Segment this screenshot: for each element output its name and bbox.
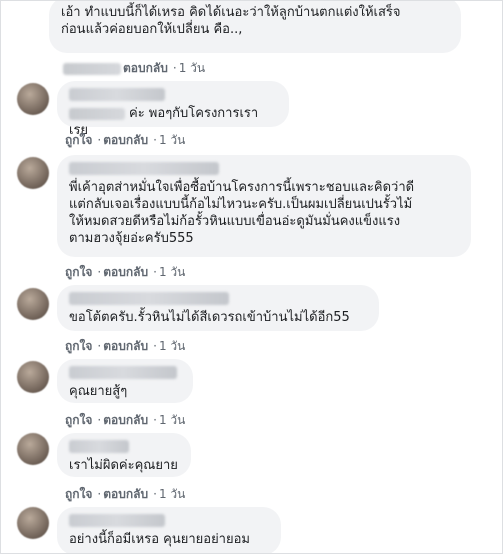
- avatar[interactable]: [17, 507, 49, 539]
- author-name-blurred[interactable]: [69, 440, 129, 453]
- separator: ·: [97, 413, 102, 427]
- reply-link[interactable]: ตอบกลับ: [103, 487, 148, 501]
- comments-panel: เอ้า ทำแบบนี้ก็ได้เหรอ คิดได้เนอะว่าให้ล…: [0, 0, 503, 554]
- comment-text: ขอโต้ตครับ.รั้วหินไม่ได้สีเดวรถเข้าบ้านไ…: [69, 310, 350, 325]
- comment-bubble: คุณยายสู้ๆ: [57, 359, 193, 403]
- author-name-blurred[interactable]: [69, 292, 229, 305]
- separator: ·: [153, 413, 157, 427]
- comment-actions: ตอบกลับ · 1 วัน: [63, 59, 207, 78]
- reply-link[interactable]: ตอบกลับ: [123, 61, 168, 75]
- avatar[interactable]: [17, 83, 49, 115]
- avatar[interactable]: [17, 288, 49, 320]
- like-link[interactable]: ถูกใจ: [65, 413, 92, 427]
- separator: ·: [97, 265, 102, 279]
- reply-link[interactable]: ตอบกลับ: [103, 133, 148, 147]
- comment-bubble: ขอโต้ตครับ.รั้วหินไม่ได้สีเดวรถเข้าบ้านไ…: [57, 285, 379, 331]
- separator: ·: [153, 133, 157, 147]
- timestamp[interactable]: 1 วัน: [159, 265, 185, 279]
- like-link[interactable]: ถูกใจ: [65, 487, 92, 501]
- separator: ·: [97, 339, 102, 353]
- avatar[interactable]: [17, 157, 49, 189]
- timestamp[interactable]: 1 วัน: [159, 133, 185, 147]
- comment-bubble: พี่เค้าอุตส่าหมั่นใจเพื่อซื้อบ้านโครงการ…: [57, 155, 471, 257]
- comment-text: เราไม่ผิดค่ะคุณยาย: [69, 458, 178, 473]
- comment-bubble: ค่ะ พอๆกับโครงการเราเรย: [57, 81, 289, 138]
- comment-text: คุณยายสู้ๆ: [69, 384, 128, 399]
- comment-text: เอ้า ทำแบบนี้ก็ได้เหรอ คิดได้เนอะว่าให้ล…: [61, 5, 401, 37]
- blurred-mention: [69, 107, 125, 120]
- timestamp[interactable]: 1 วัน: [159, 413, 185, 427]
- avatar[interactable]: [17, 361, 49, 393]
- separator: ·: [97, 133, 102, 147]
- like-link[interactable]: ถูกใจ: [65, 265, 92, 279]
- separator: ·: [153, 339, 157, 353]
- timestamp[interactable]: 1 วัน: [159, 487, 185, 501]
- separator: ·: [172, 61, 177, 75]
- author-name-blurred[interactable]: [69, 514, 165, 527]
- author-name-blurred[interactable]: [69, 366, 177, 379]
- separator: ·: [153, 265, 157, 279]
- comment-actions: ถูกใจ · ตอบกลับ · 1 วัน: [65, 411, 187, 430]
- comment-bubble: เอ้า ทำแบบนี้ก็ได้เหรอ คิดได้เนอะว่าให้ล…: [49, 1, 461, 53]
- timestamp[interactable]: 1 วัน: [179, 61, 205, 75]
- comment-bubble: เราไม่ผิดค่ะคุณยาย: [57, 433, 191, 477]
- comment-text: พี่เค้าอุตส่าหมั่นใจเพื่อซื้อบ้านโครงการ…: [69, 180, 415, 246]
- comment-actions: ถูกใจ · ตอบกลับ · 1 วัน: [65, 337, 187, 356]
- author-name-blurred[interactable]: [69, 88, 165, 101]
- comment-actions: ถูกใจ · ตอบกลับ · 1 วัน: [65, 485, 187, 504]
- comment-bubble: อย่างนี้ก็อมีเหรอ คุนยายอย่ายอม: [57, 507, 281, 553]
- reply-link[interactable]: ตอบกลับ: [103, 339, 148, 353]
- comment-actions: ถูกใจ · ตอบกลับ · 1 วัน: [65, 263, 187, 282]
- comment-actions: ถูกใจ · ตอบกลับ · 1 วัน: [65, 131, 187, 150]
- avatar[interactable]: [17, 433, 49, 465]
- reply-link[interactable]: ตอบกลับ: [103, 413, 148, 427]
- separator: ·: [153, 487, 157, 501]
- author-name-blurred[interactable]: [69, 162, 219, 175]
- like-link[interactable]: ถูกใจ: [65, 133, 92, 147]
- timestamp[interactable]: 1 วัน: [159, 339, 185, 353]
- separator: ·: [97, 487, 102, 501]
- reply-link[interactable]: ตอบกลับ: [103, 265, 148, 279]
- blurred-like-label: [63, 62, 121, 75]
- comment-text: อย่างนี้ก็อมีเหรอ คุนยายอย่ายอม: [69, 532, 250, 547]
- like-link[interactable]: ถูกใจ: [65, 339, 92, 353]
